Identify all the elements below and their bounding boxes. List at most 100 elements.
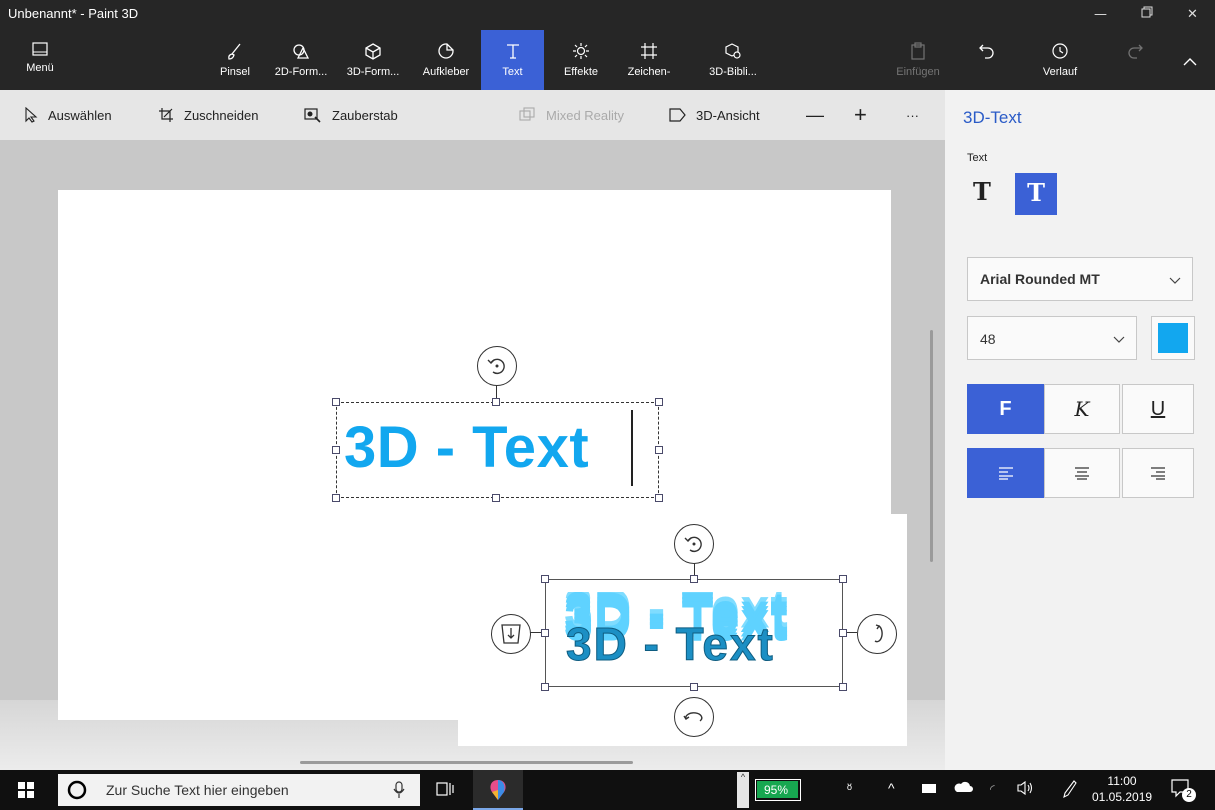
chevron-down-icon [1169, 277, 1181, 284]
resize-handle[interactable] [492, 398, 500, 406]
search-box[interactable]: Zur Suche Text hier eingeben [58, 774, 420, 806]
resize-handle[interactable] [839, 629, 847, 637]
crop-button[interactable]: Zuschneiden [158, 90, 258, 140]
crop-label: Zuschneiden [184, 107, 259, 123]
resize-handle[interactable] [655, 446, 663, 454]
resize-handle[interactable] [541, 575, 549, 583]
text-section-label: Text [967, 152, 988, 164]
menu-button[interactable]: Menü [10, 30, 70, 90]
3d-view-button[interactable]: 3D-Ansicht [668, 90, 760, 140]
mixed-reality-label: Mixed Reality [546, 107, 625, 123]
show-hidden-icons-button[interactable]: ^ [888, 780, 895, 796]
start-button[interactable] [18, 782, 34, 803]
rotate-y-button[interactable] [674, 697, 714, 737]
resize-handle[interactable] [492, 494, 500, 502]
cloud-icon [954, 781, 973, 792]
resize-handle[interactable] [332, 446, 340, 454]
history-icon [1052, 43, 1068, 59]
rotate-z-button[interactable] [674, 524, 714, 564]
resize-handle[interactable] [655, 398, 663, 406]
task-view-button[interactable] [436, 780, 454, 803]
text-2d-content[interactable]: 3D - Text [344, 408, 589, 488]
resize-handle[interactable] [655, 494, 663, 502]
horizontal-scrollbar[interactable] [300, 761, 633, 764]
align-center-button[interactable] [1044, 448, 1120, 498]
vertical-scrollbar[interactable] [930, 330, 933, 562]
clock-time: 11:00 [1107, 774, 1137, 788]
resize-handle[interactable] [839, 575, 847, 583]
tool-2d-shapes[interactable]: 2D-Form... [268, 30, 334, 90]
pen-button[interactable] [1060, 779, 1078, 804]
resize-handle[interactable] [332, 494, 340, 502]
more-button[interactable]: ··· [906, 90, 919, 140]
tool-effects[interactable]: Effekte [556, 30, 606, 90]
battery-indicator[interactable]: 95% [755, 779, 801, 801]
resize-handle[interactable] [690, 683, 698, 691]
magic-select-button[interactable]: Zauberstab [304, 90, 398, 140]
overflow-scroll[interactable]: ^ [737, 772, 749, 808]
undo-button[interactable] [967, 30, 1007, 90]
cortana-icon [67, 780, 87, 800]
color-picker-button[interactable] [1151, 316, 1195, 360]
italic-button[interactable]: K [1044, 384, 1120, 434]
rotate-button-2d[interactable] [477, 346, 517, 386]
2d-shapes-icon [293, 44, 310, 59]
align-right-button[interactable] [1122, 448, 1194, 498]
tool-label: 2D-Form... [274, 66, 328, 78]
restore-icon [1141, 6, 1152, 18]
resize-handle[interactable] [541, 683, 549, 691]
tool-sticker[interactable]: Aufkleber [414, 30, 478, 90]
bold-label: F [999, 397, 1012, 420]
3d-text-button[interactable]: T [1015, 173, 1057, 215]
chevron-up-icon: ^ [740, 772, 746, 782]
action-center-button[interactable]: 2 [1170, 778, 1200, 804]
z-position-icon [500, 623, 521, 644]
panel-title: 3D-Text [963, 108, 1022, 127]
resize-handle[interactable] [332, 398, 340, 406]
history-button[interactable]: Verlauf [1030, 30, 1090, 90]
font-dropdown[interactable]: Arial Rounded MT [967, 257, 1193, 301]
resize-handle[interactable] [690, 575, 698, 583]
collapse-ribbon-button[interactable] [1170, 30, 1210, 90]
font-size-dropdown[interactable]: 48 [967, 316, 1137, 360]
select-label: Auswählen [48, 107, 112, 123]
tool-text[interactable]: Text [481, 30, 544, 90]
tool-canvas[interactable]: Zeichen- [618, 30, 680, 90]
volume-button[interactable] [1016, 780, 1034, 801]
resize-handle[interactable] [839, 683, 847, 691]
depth-button[interactable] [491, 614, 531, 654]
effects-icon [573, 43, 589, 59]
wifi-icon[interactable]: ◜ [990, 782, 995, 796]
bold-button[interactable]: F [967, 384, 1044, 434]
tool-label: 3D-Bibli... [709, 66, 757, 78]
people-button[interactable]: ᴽ [847, 781, 852, 796]
mixed-reality-button[interactable]: Mixed Reality [518, 90, 624, 140]
2d-text-button[interactable]: T [973, 177, 991, 206]
3d-shapes-icon [365, 43, 381, 60]
minimize-button[interactable]: — [1078, 0, 1123, 30]
taskbar-paint3d[interactable] [473, 770, 523, 810]
rotate-x-button[interactable] [857, 614, 897, 654]
resize-handle[interactable] [541, 629, 549, 637]
canvas-area: 3D - Text 3D - Text 3D - Text [0, 140, 945, 770]
tool-3d-library[interactable]: 3D-Bibli... [700, 30, 766, 90]
restore-button[interactable] [1124, 0, 1169, 30]
clock[interactable]: 11:00 01.05.2019 [1092, 773, 1152, 805]
onedrive-icon[interactable] [953, 779, 973, 798]
magic-select-label: Zauberstab [332, 107, 398, 123]
redo-button[interactable] [1115, 30, 1155, 90]
plus-icon: + [854, 102, 867, 127]
close-button[interactable]: ✕ [1170, 0, 1215, 30]
window-title: Unbenannt* - Paint 3D [8, 6, 139, 21]
underline-button[interactable]: U [1122, 384, 1194, 434]
3d-text-object[interactable]: 3D - Text 3D - Text [562, 592, 832, 678]
zoom-in-button[interactable]: + [854, 90, 867, 140]
select-button[interactable]: Auswählen [24, 90, 112, 140]
3d-text-front: 3D - Text [566, 618, 775, 671]
battery-tray-icon[interactable] [922, 784, 936, 793]
align-left-button[interactable] [967, 448, 1044, 498]
tool-3d-shapes[interactable]: 3D-Form... [340, 30, 406, 90]
tool-brush[interactable]: Pinsel [210, 30, 260, 90]
paste-button[interactable]: Einfügen [888, 30, 948, 90]
zoom-out-button[interactable]: — [806, 90, 824, 140]
